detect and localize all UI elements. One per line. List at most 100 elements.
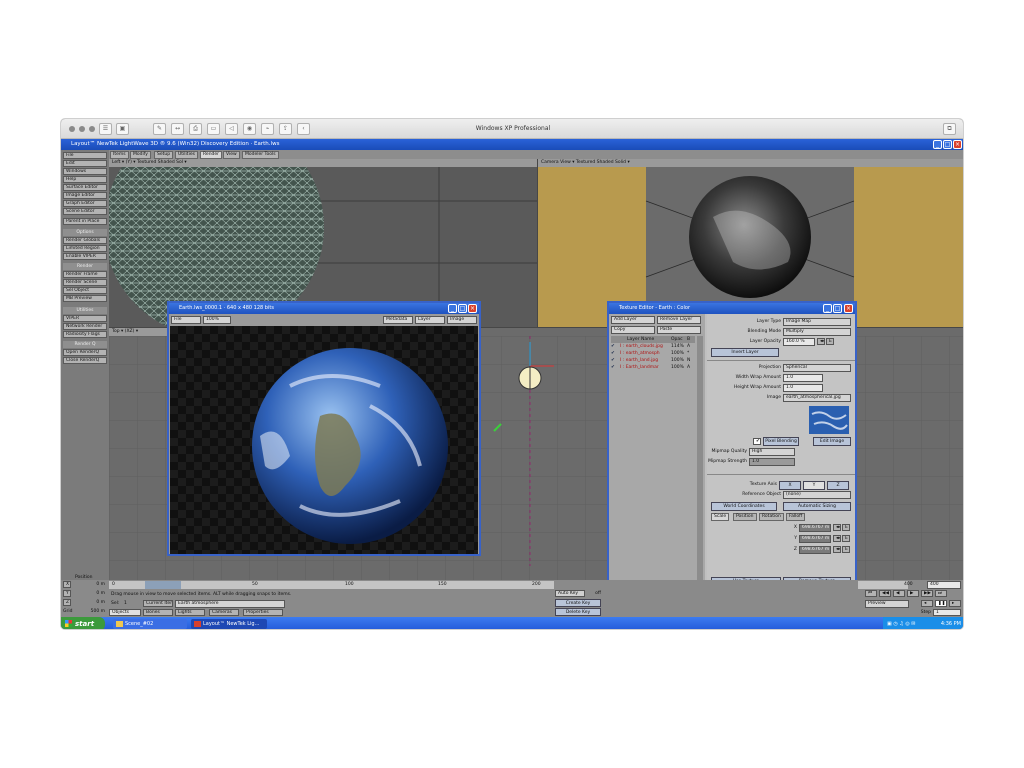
viewport-top-axis[interactable]: (XZ) [125,329,135,334]
scale-z-field[interactable]: 698.6767 m [799,546,831,554]
first-frame-icon[interactable]: ⏮ [865,590,877,597]
tab-render[interactable]: Render [200,151,223,159]
image-select[interactable]: earth_atmospherical.jpg [783,394,851,402]
mipmap-strength-field[interactable]: 1.0 [749,458,795,466]
play-reverse-icon[interactable]: ◀ [893,590,905,597]
pause-icon[interactable]: ❚❚ [935,600,947,607]
bones-button[interactable]: Bones [143,609,173,616]
axis-z-button[interactable]: Z [827,481,849,490]
texture-minimize-icon[interactable]: _ [823,304,832,313]
sidebar-edit[interactable]: Edit [63,160,107,167]
render-minimize-icon[interactable]: _ [448,304,457,313]
scale-x-stepper[interactable]: ◂▸ [833,524,841,531]
reference-object-select[interactable]: (none) [783,491,851,499]
last-frame-icon[interactable]: ⏭ [935,590,947,597]
maximize-icon[interactable]: □ [943,140,952,149]
frame-slider-thumb[interactable] [145,581,181,589]
create-key-button[interactable]: Create Key [555,599,601,607]
remove-layer-button[interactable]: Remove Layer [657,316,701,324]
sidebar-scene-editor[interactable]: Scene Editor [63,208,107,215]
cameras-button[interactable]: Cameras [209,609,239,616]
properties-button[interactable]: Properties [243,609,283,616]
layer-type-select[interactable]: Image Map [783,318,851,326]
subtab-falloff[interactable]: Falloff [786,513,806,521]
texture-maximize-icon[interactable]: □ [833,304,842,313]
auto-key-toggle[interactable]: Auto Key [555,590,585,597]
tab-utilities[interactable]: Utilities [175,151,198,159]
height-wrap-field[interactable]: 1.0 [783,384,823,392]
sidebar-graph-editor[interactable]: Graph Editor [63,200,107,207]
sidebar-mb-preview[interactable]: MB Preview [63,295,107,302]
sidebar-windows[interactable]: Windows [63,168,107,175]
sidebar-limited-region[interactable]: Limited Region [63,245,107,252]
texture-close-icon[interactable]: × [844,304,853,313]
render-layer-menu[interactable]: Layer [415,316,445,324]
viewport-left-axis[interactable]: (Y) [126,160,132,165]
taskbar-item-layout[interactable]: Layout™ NewTek Lig... [191,619,267,629]
pixel-blending-checkbox[interactable]: ✔ [753,438,761,445]
pixel-blending-toggle[interactable]: Pixel Blending [763,437,799,446]
world-coordinates-button[interactable]: World Coordinates [711,502,777,511]
sidebar-sel-object[interactable]: Sel Object [63,287,107,294]
automatic-sizing-button[interactable]: Automatic Sizing [783,502,851,511]
tray-icons[interactable]: ▣ ◷ ♫ ◎ ✉ [887,621,915,627]
scale-z-envelope[interactable]: E [842,546,850,553]
sidebar-surface-editor[interactable]: Surface Editor [63,184,107,191]
objects-button[interactable]: Objects [109,609,141,616]
play-icon[interactable]: ▶ [907,590,919,597]
layer-row[interactable]: ✔ I : earth_clouds.jpg 114% A [611,344,691,350]
render-earth-image[interactable] [170,326,478,556]
sidebar-render-globals[interactable]: Render Globals [63,237,107,244]
grid-value[interactable]: 500 m [83,609,105,614]
viewport-camera-mode[interactable]: Textured Shaded Solid [576,160,626,165]
tab-items[interactable]: Items [110,151,129,159]
step-back-icon[interactable]: ◂ [921,600,933,607]
minimize-icon[interactable]: _ [933,140,942,149]
subtab-position[interactable]: Position [733,513,757,521]
frame-slider[interactable]: 0 50 100 150 200 [109,581,554,589]
layer-list-scrollbar[interactable] [697,336,703,586]
step-forward-icon[interactable]: ▸ [949,600,961,607]
render-maximize-icon[interactable]: □ [458,304,467,313]
y-value[interactable]: 0 m [83,591,105,596]
check-icon[interactable]: ✔ [611,358,615,363]
blending-mode-select[interactable]: Multiply [783,328,851,336]
check-icon[interactable]: ✔ [611,351,615,356]
sidebar-image-editor[interactable]: Image Editor [63,192,107,199]
step-field[interactable]: 1 [933,609,961,616]
mipmap-quality-select[interactable]: High [749,448,795,456]
render-metadata-menu[interactable]: Metadata [383,316,413,324]
close-icon[interactable]: × [953,140,962,149]
viewport-left-mode[interactable]: Textured Shaded Sol [137,160,183,165]
scale-y-field[interactable]: 698.6767 m [799,535,831,543]
tab-view[interactable]: View [223,151,240,159]
sidebar-parent-in-place[interactable]: Parent in Place [63,218,107,225]
render-file-menu[interactable]: File [171,316,201,324]
subtab-rotation[interactable]: Rotation [759,513,784,521]
frame-slider-end[interactable]: 400 [858,581,913,589]
scale-y-stepper[interactable]: ◂▸ [833,535,841,542]
prev-key-icon[interactable]: ◀◀ [879,590,891,597]
paste-button[interactable]: Paste [657,326,701,334]
sidebar-enable-viper[interactable]: Enable VIPER [63,253,107,260]
tab-modify[interactable]: Modify [130,151,151,159]
layer-row[interactable]: ✔ I : earth_atmosph 100% * [611,351,691,357]
width-wrap-field[interactable]: 1.0 [783,374,823,382]
next-key-icon[interactable]: ▶▶ [921,590,933,597]
scale-x-envelope[interactable]: E [842,524,850,531]
check-icon[interactable]: ✔ [611,365,615,370]
scale-z-stepper[interactable]: ◂▸ [833,546,841,553]
taskbar-item-scene[interactable]: Scene_#02 [113,619,187,629]
subtab-scale[interactable]: Scale [711,513,730,521]
delete-key-button[interactable]: Delete Key [555,608,601,616]
add-layer-button[interactable]: Add Layer [611,316,655,324]
check-icon[interactable]: ✔ [611,344,615,349]
render-zoom-menu[interactable]: 100% [203,316,231,324]
sidebar-render-frame[interactable]: Render Frame [63,271,107,278]
layer-opacity-field[interactable]: 160.0 % [783,338,815,346]
sidebar-radiosity-flags[interactable]: Radiosity Flags [63,331,107,338]
invert-layer-button[interactable]: Invert Layer [711,348,779,357]
axis-x-button[interactable]: X [779,481,801,490]
sidebar-open-renderq[interactable]: Open RenderQ [63,349,107,356]
edit-image-button[interactable]: Edit Image [813,437,851,446]
